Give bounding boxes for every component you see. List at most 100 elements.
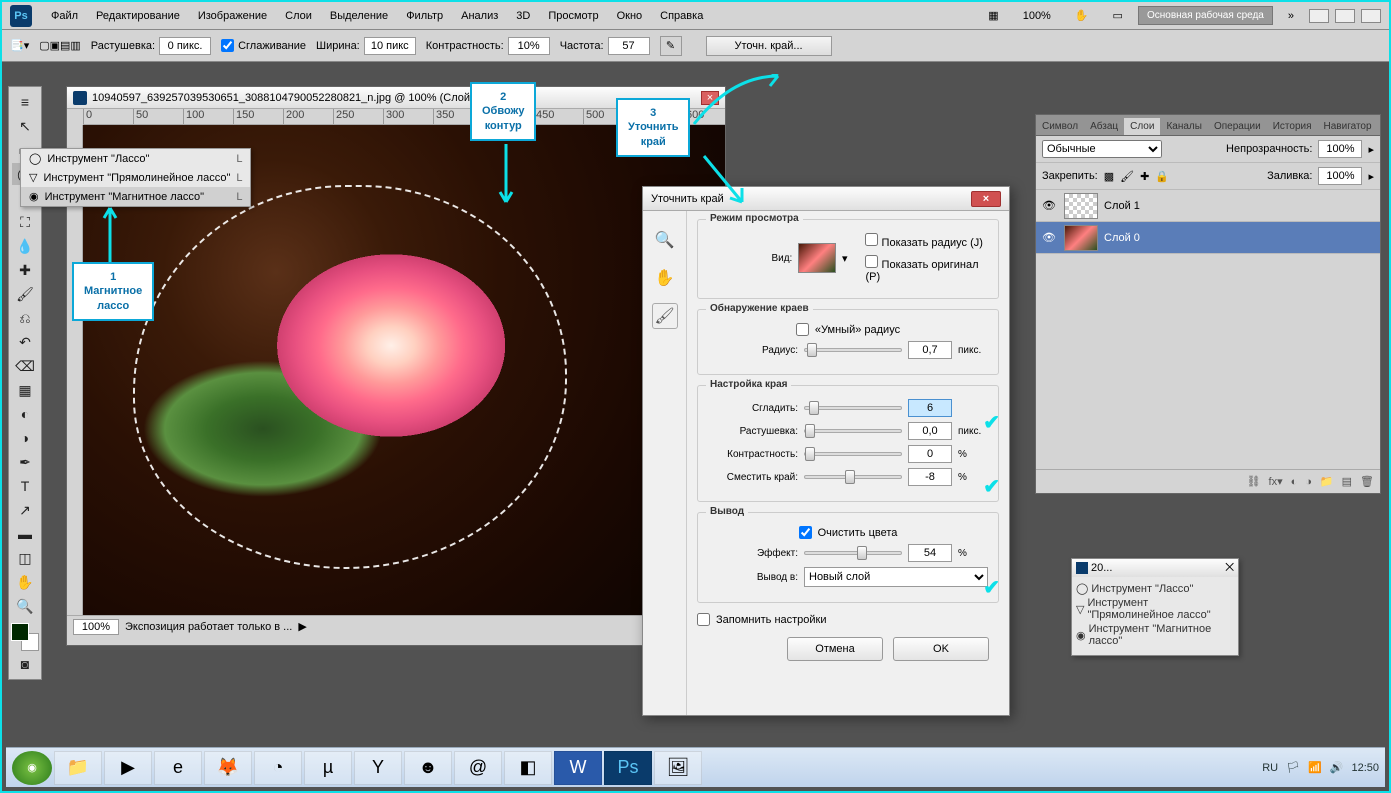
move-tool[interactable]: ↖ [12,115,38,137]
tb-photoshop-icon[interactable]: Ps [604,751,652,785]
doc-zoom-input[interactable] [73,619,119,635]
window-max-icon[interactable] [1335,9,1355,23]
hand-icon[interactable]: ✋ [652,265,678,291]
menu-filter[interactable]: Фильтр [397,10,452,22]
lasso-item-magnetic[interactable]: ◉Инструмент "Магнитное лассо"L [21,187,250,206]
remember-checkbox[interactable] [697,613,710,626]
mini-close-icon[interactable]: ⨉ [1225,562,1234,575]
contrast-slider[interactable] [804,452,902,456]
screen-mode-icon[interactable]: ▭ [1104,9,1132,22]
tab-history[interactable]: История [1267,118,1318,135]
menu-image[interactable]: Изображение [189,10,276,22]
layer-name[interactable]: Слой 1 [1104,200,1140,212]
cancel-button[interactable]: Отмена [787,637,883,661]
launch-bridge-icon[interactable]: ▦ [979,9,1007,22]
tb-yandex-icon[interactable]: Y [354,751,402,785]
workspace-button[interactable]: Основная рабочая среда [1138,6,1273,25]
window-min-icon[interactable] [1309,9,1329,23]
tool-preset-icon[interactable]: 📑▾ [10,39,29,52]
tray-vol-icon[interactable]: 🔊 [1330,761,1344,774]
lock-pixels-icon[interactable]: 🖌 [1120,170,1134,183]
smooth-slider[interactable] [804,406,902,410]
radius-slider[interactable] [804,348,902,352]
tray-lang[interactable]: RU [1262,762,1278,774]
pen-pressure-icon[interactable]: ✎ [660,36,682,56]
type-tool[interactable]: T [12,475,38,497]
tab-layers[interactable]: Слои [1124,118,1160,135]
lasso-item-poly[interactable]: ▽Инструмент "Прямолинейное лассо"L [21,168,250,187]
contrast-input[interactable] [508,37,550,55]
crop-tool[interactable]: ⛶ [12,211,38,233]
view-thumb[interactable] [798,243,836,273]
menu-window[interactable]: Окно [608,10,652,22]
zoom-tool[interactable]: 🔍 [12,595,38,617]
collapse-icon[interactable]: ≡ [12,91,38,113]
fill-input[interactable] [1318,167,1362,185]
dodge-tool[interactable]: ◑ [12,427,38,449]
trash-icon[interactable]: 🗑 [1360,475,1374,488]
effect-input[interactable] [908,544,952,562]
smart-radius-checkbox[interactable] [796,323,809,336]
tray-net-icon[interactable]: 📶 [1308,761,1322,774]
tab-actions[interactable]: Операции [1208,118,1267,135]
mask-icon[interactable]: ◐ [1291,476,1298,488]
feather-input[interactable] [159,37,211,55]
zoom-icon[interactable]: 🔍 [652,227,678,253]
menu-analysis[interactable]: Анализ [452,10,507,22]
show-radius-checkbox[interactable] [865,233,878,246]
tb-firefox-icon[interactable]: 🦊 [204,751,252,785]
tray-flag-icon[interactable]: 🏳 [1286,761,1300,774]
effect-slider[interactable] [804,551,902,555]
doc-status-arrow-icon[interactable]: ▶ [298,620,306,633]
output-to-select[interactable]: Новый слой [804,567,988,587]
tb-agent-icon[interactable]: ☻ [404,751,452,785]
hand-icon[interactable]: ✋ [1066,9,1098,22]
quickmask-tool[interactable]: ◙ [12,653,38,675]
visibility-icon[interactable]: 👁 [1040,231,1058,244]
tab-paragraph[interactable]: Абзац [1084,118,1124,135]
decontaminate-checkbox[interactable] [799,526,812,539]
link-icon[interactable]: ⛓ [1247,475,1261,488]
tab-channels[interactable]: Каналы [1160,118,1208,135]
visibility-icon[interactable]: 👁 [1040,199,1058,212]
gradient-tool[interactable]: ▦ [12,379,38,401]
dialog-titlebar[interactable]: Уточнить край × [643,187,1009,211]
blend-mode-select[interactable]: Обычные [1042,140,1162,158]
layer-row[interactable]: 👁 Слой 0 [1036,222,1380,254]
radius-input[interactable] [908,341,952,359]
lock-all-icon[interactable]: 🔒 [1155,170,1169,183]
layer-row[interactable]: 👁 Слой 1 [1036,190,1380,222]
fx-icon[interactable]: fx▾ [1269,475,1283,488]
menu-layers[interactable]: Слои [276,10,321,22]
eraser-tool[interactable]: ⌫ [12,355,38,377]
tb-chrome-icon[interactable]: ◔ [254,751,302,785]
new-layer-icon[interactable]: ▤ [1342,475,1352,488]
refine-brush-icon[interactable]: 🖌 [652,303,678,329]
frequency-input[interactable] [608,37,650,55]
menu-file[interactable]: Файл [42,10,87,22]
eyedropper-tool[interactable]: 💧 [12,235,38,257]
hand-tool[interactable]: ✋ [12,571,38,593]
feather-input-dlg[interactable] [908,422,952,440]
opacity-input[interactable] [1318,140,1362,158]
tb-app-icon[interactable]: ◧ [504,751,552,785]
blur-tool[interactable]: ◐ [12,403,38,425]
mini-window[interactable]: 20...⨉ ◯Инструмент "Лассо" ▽Инструмент "… [1071,558,1239,656]
heal-tool[interactable]: ✚ [12,259,38,281]
menu-view[interactable]: Просмотр [539,10,607,22]
tb-mail-icon[interactable]: @ [454,751,502,785]
menu-3d[interactable]: 3D [507,10,539,22]
path-tool[interactable]: ↗ [12,499,38,521]
doc-close-icon[interactable]: × [701,91,719,105]
show-original-checkbox[interactable] [865,255,878,268]
selection-mode-icons[interactable]: ▢▣▤▥ [39,39,81,52]
zoom-level[interactable]: 100% [1014,10,1060,22]
brush-tool[interactable]: 🖌 [12,283,38,305]
smooth-input[interactable] [908,399,952,417]
layer-name[interactable]: Слой 0 [1104,232,1140,244]
window-close-icon[interactable] [1361,9,1381,23]
contrast-input-dlg[interactable] [908,445,952,463]
tab-character[interactable]: Символ [1036,118,1084,135]
stamp-tool[interactable]: ⎌ [12,307,38,329]
tb-word-icon[interactable]: W [554,751,602,785]
